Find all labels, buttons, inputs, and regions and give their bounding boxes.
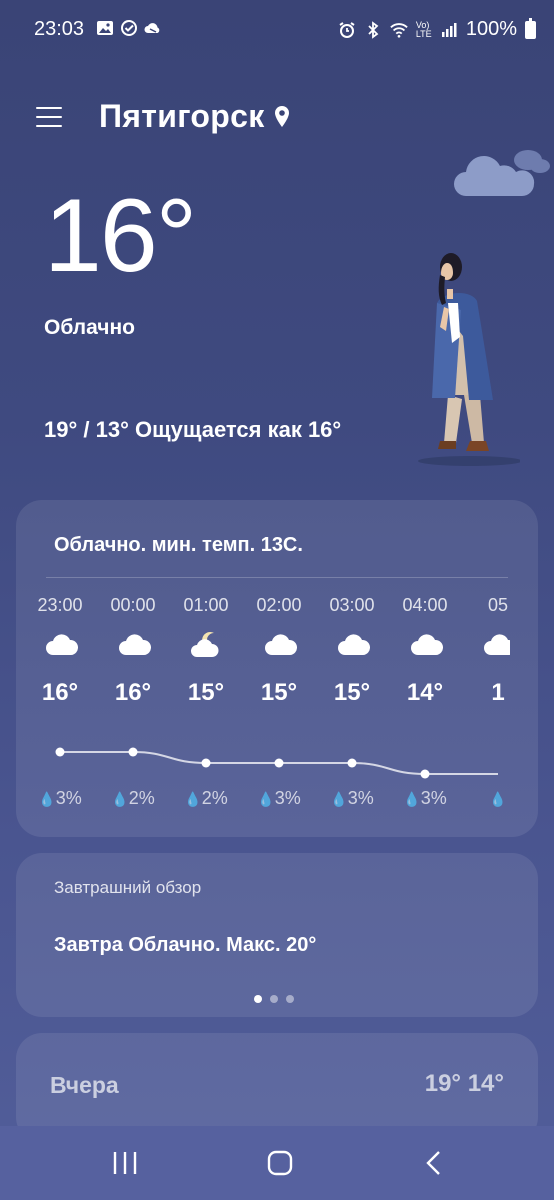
status-bar: 23:03 Vo) LTE 100% — [0, 0, 554, 60]
hour-precip: 💧3% — [317, 788, 387, 809]
hour-precip: 💧3% — [25, 788, 95, 809]
hour-item: 00:00 16° 💧2% — [98, 595, 168, 820]
droplet-icon: 💧 — [489, 791, 507, 807]
alarm-icon — [339, 21, 355, 38]
cloud-icon — [336, 631, 371, 659]
menu-icon[interactable] — [36, 106, 62, 127]
check-circle-icon — [121, 20, 137, 36]
hour-time: 01:00 — [183, 595, 229, 615]
precip-value: 3% — [420, 788, 447, 808]
hourly-summary: Облачно. мин. темп. 13С. — [54, 534, 303, 556]
hour-temp: 15° — [187, 679, 225, 706]
current-condition: Облачно — [44, 316, 135, 339]
moon-cloud-icon — [190, 631, 224, 659]
hour-item: 04:00 14° 💧3% — [390, 595, 460, 820]
cloud-icon — [117, 631, 152, 659]
status-right: Vo) LTE 100% — [338, 17, 536, 41]
droplet-icon: 💧 — [330, 791, 348, 807]
hourly-strip[interactable]: 23:00 16° 💧3% 00:00 16° 💧2% 01:00 15° 💧2% 02:00 15… — [16, 595, 510, 820]
hour-time: 00:00 — [110, 595, 156, 615]
cloud-icon — [263, 631, 298, 659]
hour-time: 23:00 — [37, 595, 83, 615]
gallery-icon — [97, 21, 113, 35]
droplet-icon: 💧 — [184, 791, 202, 807]
yesterday-label: Вчера — [50, 1072, 119, 1098]
hour-temp: 1 — [491, 679, 505, 706]
hour-precip: 💧2% — [98, 788, 168, 809]
back-button[interactable] — [415, 1148, 455, 1178]
navigation-bar — [0, 1126, 554, 1200]
status-time: 23:03 — [34, 18, 85, 40]
lte-icon: Vo) LTE — [415, 19, 432, 39]
hour-temp: 15° — [260, 679, 298, 706]
page-dot — [286, 995, 294, 1003]
cloud-notification-icon — [144, 23, 160, 33]
hour-precip: 💧 — [463, 788, 510, 809]
droplet-icon: 💧 — [403, 791, 421, 807]
tomorrow-text: Завтра Облачно. Макс. 20° — [54, 934, 317, 956]
page-indicator — [254, 995, 294, 1003]
hour-temp: 16° — [114, 679, 152, 706]
precip-value: 2% — [128, 788, 155, 808]
minmax-feels-like: 19° / 13° Ощущается как 16° — [44, 417, 342, 442]
hour-precip: 💧2% — [171, 788, 241, 809]
droplet-icon: 💧 — [38, 791, 56, 807]
hour-temp: 15° — [333, 679, 371, 706]
hourly-forecast-card[interactable]: Облачно. мин. темп. 13С. 23:00 16° 💧3% 00:0… — [16, 500, 538, 837]
yesterday-temps: 19° 14° — [424, 1070, 504, 1097]
hour-item: 02:00 15° 💧3% — [244, 595, 314, 820]
bluetooth-icon — [368, 20, 379, 39]
hour-item: 23:00 16° 💧3% — [25, 595, 95, 820]
signal-icon — [441, 22, 457, 37]
hour-time: 05 — [487, 595, 509, 615]
battery-percent: 100% — [465, 18, 517, 40]
hour-time: 02:00 — [256, 595, 302, 615]
cloud-icon — [482, 631, 510, 659]
location-pin-icon — [274, 105, 289, 127]
page-dot-active — [254, 995, 262, 1003]
droplet-icon: 💧 — [257, 791, 275, 807]
hour-item: 03:00 15° 💧3% — [317, 595, 387, 820]
hour-item: 01:00 15° 💧2% — [171, 595, 241, 820]
recent-apps-button[interactable] — [105, 1148, 145, 1178]
hour-temp: 14° — [406, 679, 444, 706]
city-name[interactable]: Пятигорск — [99, 98, 265, 135]
battery-icon — [525, 17, 536, 39]
cloud-icon — [44, 631, 79, 659]
divider — [46, 577, 508, 578]
home-button[interactable] — [260, 1148, 300, 1178]
precip-value: 3% — [274, 788, 301, 808]
precip-value: 2% — [201, 788, 228, 808]
hour-time: 04:00 — [402, 595, 448, 615]
droplet-icon: 💧 — [111, 791, 129, 807]
precip-value: 3% — [55, 788, 82, 808]
hour-precip: 💧3% — [390, 788, 460, 809]
hour-precip: 💧3% — [244, 788, 314, 809]
current-temperature: 16° — [44, 178, 197, 294]
notification-icons — [96, 19, 162, 37]
hour-time: 03:00 — [329, 595, 375, 615]
tomorrow-overview-card[interactable]: Завтрашний обзор Завтра Облачно. Макс. 2… — [16, 853, 538, 1017]
header: Пятигорск — [36, 98, 291, 135]
hour-temp: 16° — [41, 679, 79, 706]
hour-item: 05 1 💧 — [463, 595, 510, 820]
cloud-icon — [409, 631, 444, 659]
person-illustration — [418, 253, 520, 466]
page-dot — [270, 995, 278, 1003]
precip-value: 3% — [347, 788, 374, 808]
wifi-icon — [390, 22, 408, 38]
decorative-cloud-icon — [454, 150, 550, 196]
tomorrow-label: Завтрашний обзор — [54, 878, 202, 897]
